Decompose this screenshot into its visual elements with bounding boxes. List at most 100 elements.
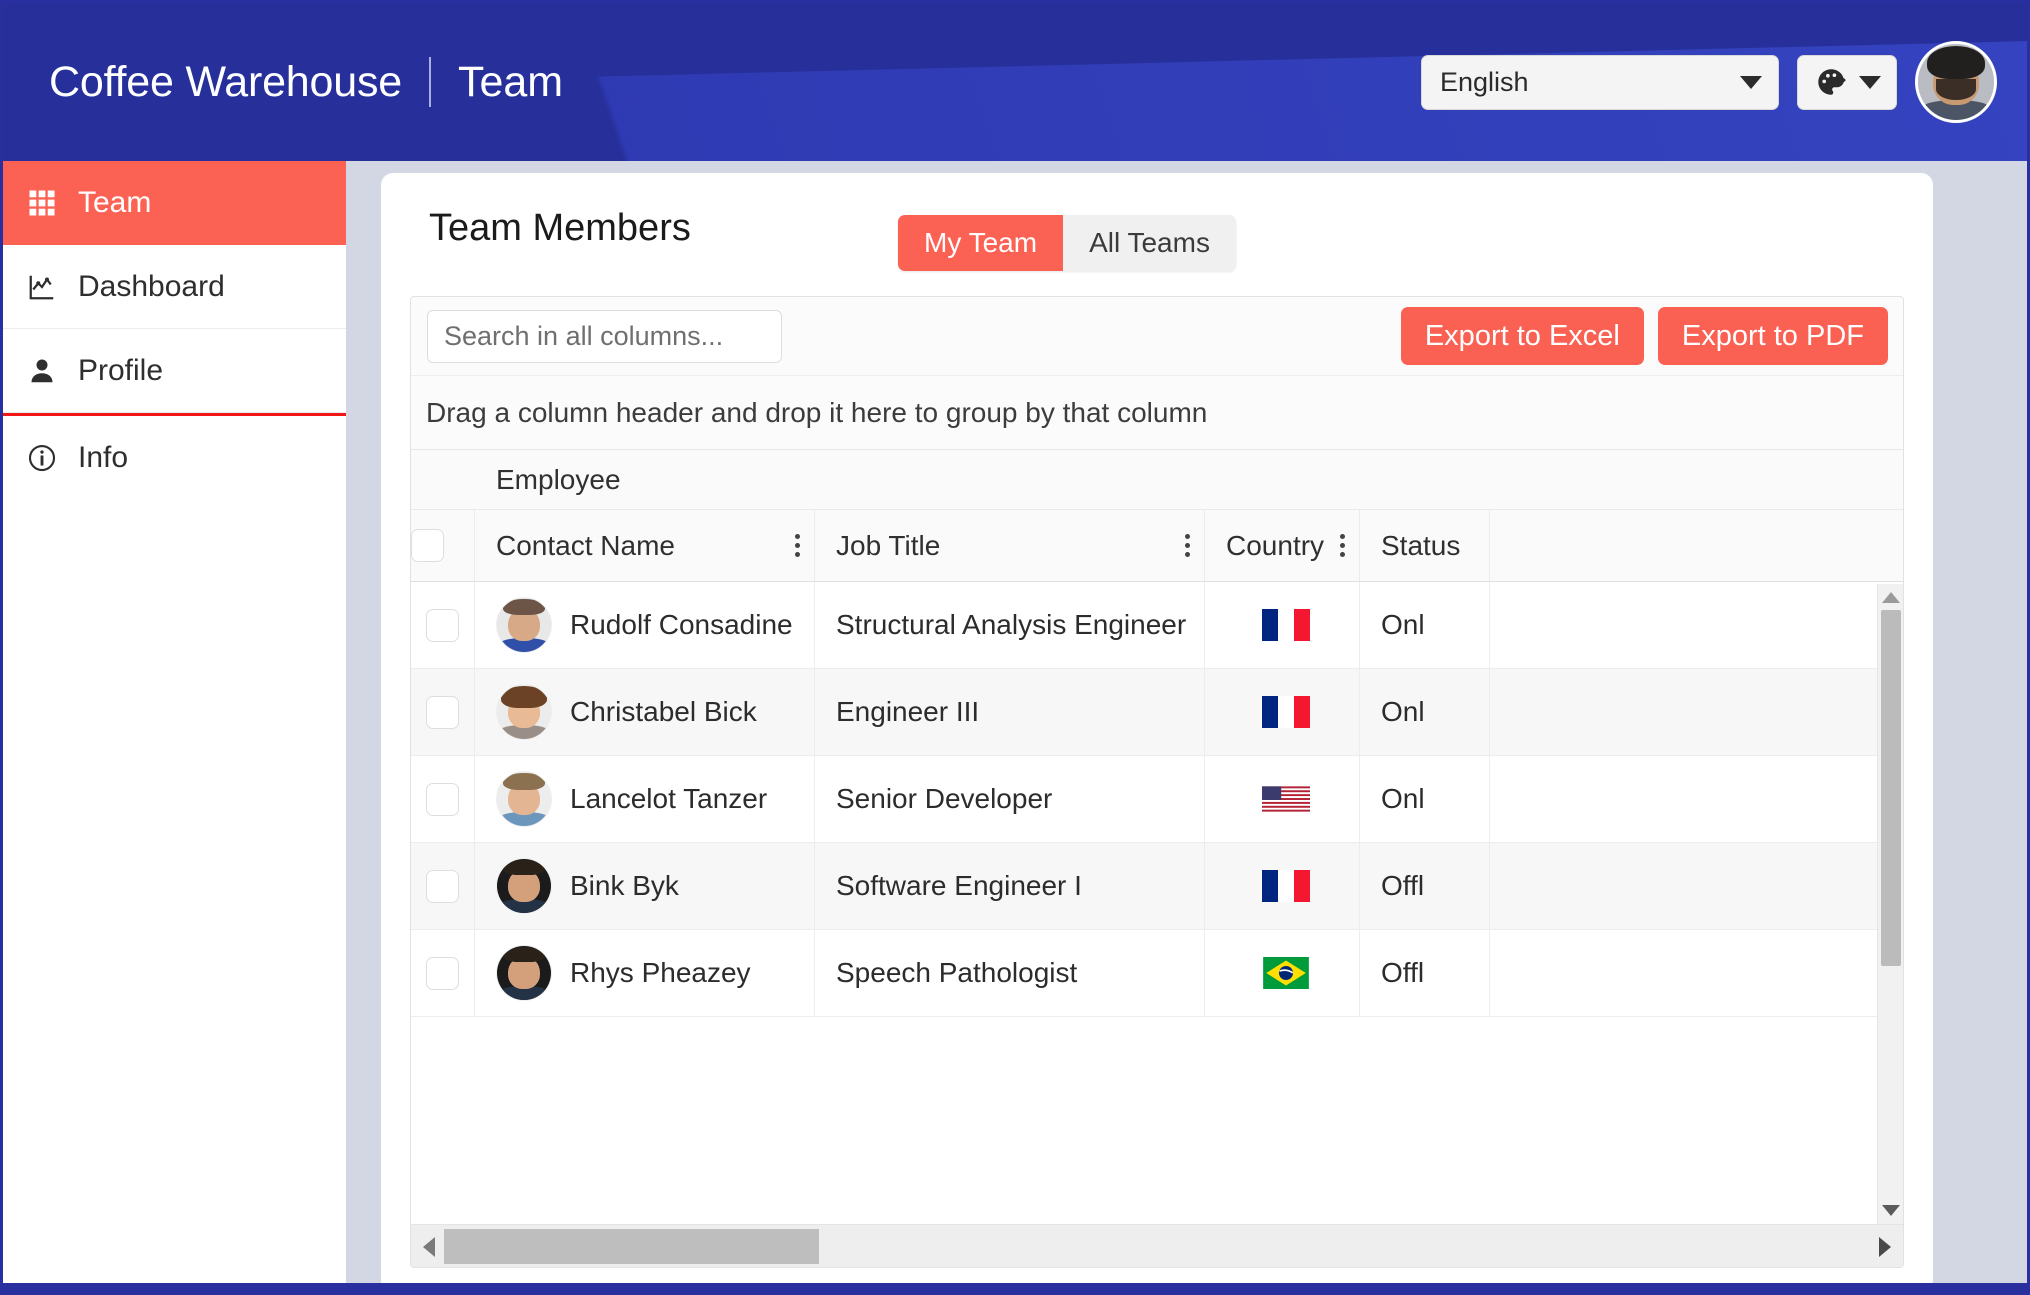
contact-name-text: Christabel Bick <box>570 696 757 727</box>
column-menu-icon[interactable] <box>1340 534 1345 557</box>
avatar <box>496 858 552 914</box>
avatar <box>496 945 552 1001</box>
select-all-checkbox-cell <box>411 510 475 581</box>
cell-job-title: Engineer III <box>815 669 1205 755</box>
row-checkbox-cell <box>411 843 475 929</box>
grid-vertical-scrollbar[interactable] <box>1877 584 1903 1224</box>
export-pdf-button[interactable]: Export to PDF <box>1657 307 1888 365</box>
sidebar-item-profile[interactable]: Profile <box>3 329 346 413</box>
flag-france-icon <box>1261 609 1310 641</box>
tab-my-team[interactable]: My Team <box>898 215 1064 271</box>
cell-status: Offl <box>1360 930 1490 1016</box>
cell-country <box>1205 843 1360 929</box>
cell-job-title: Senior Developer <box>815 756 1205 842</box>
row-checkbox[interactable] <box>426 956 459 990</box>
column-header-label: Status <box>1381 529 1461 561</box>
column-menu-icon[interactable] <box>795 534 800 557</box>
sidebar-item-label: Info <box>78 441 129 474</box>
cell-contact-name: Bink Byk <box>475 843 815 929</box>
page-title: Team <box>457 57 564 106</box>
top-header: Coffee Warehouse Team English <box>3 3 2027 161</box>
cell-status: Onl <box>1360 582 1490 668</box>
contact-name-text: Rhys Pheazey <box>570 957 751 988</box>
sidebar-item-label: Profile <box>78 353 164 387</box>
cell-country <box>1205 669 1360 755</box>
table-row[interactable]: Rhys Pheazey Speech Pathologist Offl <box>411 930 1903 1017</box>
scroll-down-arrow-icon[interactable] <box>1882 1205 1900 1216</box>
sidebar-item-team[interactable]: Team <box>3 161 346 245</box>
grid-table: Employee Contact Name Job Title Country … <box>411 450 1903 1017</box>
row-checkbox[interactable] <box>426 869 459 903</box>
row-checkbox-cell <box>411 930 475 1016</box>
horizontal-scroll-thumb[interactable] <box>444 1229 819 1264</box>
row-checkbox-cell <box>411 582 475 668</box>
table-row[interactable]: Christabel Bick Engineer III Onl <box>411 669 1903 756</box>
scroll-right-arrow-icon[interactable] <box>1879 1237 1891 1257</box>
select-all-checkbox[interactable] <box>411 529 444 562</box>
contact-name-text: Rudolf Consadine <box>570 609 793 640</box>
card-header: Team Members My Team All Teams <box>381 173 1933 283</box>
theme-switcher-button[interactable] <box>1797 54 1897 110</box>
grid-toolbar: Search in all columns... Export to Excel… <box>411 297 1903 376</box>
contact-name-text: Lancelot Tanzer <box>570 783 768 814</box>
info-circle-icon <box>25 441 59 475</box>
data-grid: Search in all columns... Export to Excel… <box>410 296 1904 1268</box>
avatar <box>496 771 552 827</box>
cell-job-title: Software Engineer I <box>815 843 1205 929</box>
tab-all-teams[interactable]: All Teams <box>1063 215 1236 271</box>
card-title: Team Members <box>429 206 691 249</box>
group-by-hint-text: Drag a column header and drop it here to… <box>426 396 1208 428</box>
language-select[interactable]: English <box>1421 54 1779 110</box>
vertical-scroll-thumb[interactable] <box>1881 610 1901 966</box>
avatar <box>496 597 552 653</box>
sidebar: Team Dashboard Profile Info <box>3 161 346 1292</box>
language-select-value: English <box>1440 66 1529 97</box>
contact-name-text: Bink Byk <box>570 870 679 901</box>
flag-brazil-icon <box>1262 957 1309 989</box>
header-controls: English <box>1421 3 1997 161</box>
column-header-country[interactable]: Country <box>1205 510 1360 581</box>
table-row[interactable]: Rudolf Consadine Structural Analysis Eng… <box>411 582 1903 669</box>
palette-icon <box>1817 69 1846 95</box>
export-excel-button[interactable]: Export to Excel <box>1400 307 1644 365</box>
column-header-label: Country <box>1226 529 1325 561</box>
row-checkbox-cell <box>411 669 475 755</box>
search-input[interactable]: Search in all columns... <box>427 309 782 363</box>
bottom-status-bar <box>3 1283 2027 1292</box>
column-header-status[interactable]: Status <box>1360 510 1490 581</box>
cell-contact-name: Rudolf Consadine <box>475 582 815 668</box>
cell-status: Onl <box>1360 669 1490 755</box>
cell-contact-name: Christabel Bick <box>475 669 815 755</box>
flag-united-states-icon <box>1261 786 1310 812</box>
table-row[interactable]: Bink Byk Software Engineer I Offl <box>411 843 1903 930</box>
cell-status: Onl <box>1360 756 1490 842</box>
title-separator <box>428 57 431 107</box>
column-header-label: Job Title <box>836 529 941 561</box>
avatar <box>496 684 552 740</box>
column-header-contact-name[interactable]: Contact Name <box>475 510 815 581</box>
column-menu-icon[interactable] <box>1185 534 1190 557</box>
column-group-employee[interactable]: Employee <box>475 450 1903 509</box>
group-by-drop-panel[interactable]: Drag a column header and drop it here to… <box>411 376 1903 450</box>
column-header-job-title[interactable]: Job Title <box>815 510 1205 581</box>
scroll-left-arrow-icon[interactable] <box>423 1237 435 1257</box>
grid-horizontal-scrollbar[interactable] <box>411 1224 1903 1267</box>
team-members-card: Team Members My Team All Teams Search in… <box>381 173 1933 1292</box>
scroll-up-arrow-icon[interactable] <box>1882 592 1900 603</box>
grid-header-row: Contact Name Job Title Country Status <box>411 510 1903 582</box>
chart-icon <box>25 270 59 304</box>
row-checkbox[interactable] <box>426 695 459 729</box>
sidebar-item-dashboard[interactable]: Dashboard <box>3 245 346 329</box>
table-row[interactable]: Lancelot Tanzer Senior Developer Onl <box>411 756 1903 843</box>
sidebar-item-label: Dashboard <box>78 269 225 303</box>
person-icon <box>25 354 59 388</box>
flag-france-icon <box>1261 696 1310 728</box>
column-header-label: Contact Name <box>496 529 675 561</box>
cell-status: Offl <box>1360 843 1490 929</box>
sidebar-item-info[interactable]: Info <box>3 416 346 500</box>
column-group-label: Employee <box>496 463 621 495</box>
avatar[interactable] <box>1915 41 1997 123</box>
row-checkbox[interactable] <box>426 782 459 816</box>
cell-job-title: Structural Analysis Engineer <box>815 582 1205 668</box>
row-checkbox[interactable] <box>426 608 459 642</box>
